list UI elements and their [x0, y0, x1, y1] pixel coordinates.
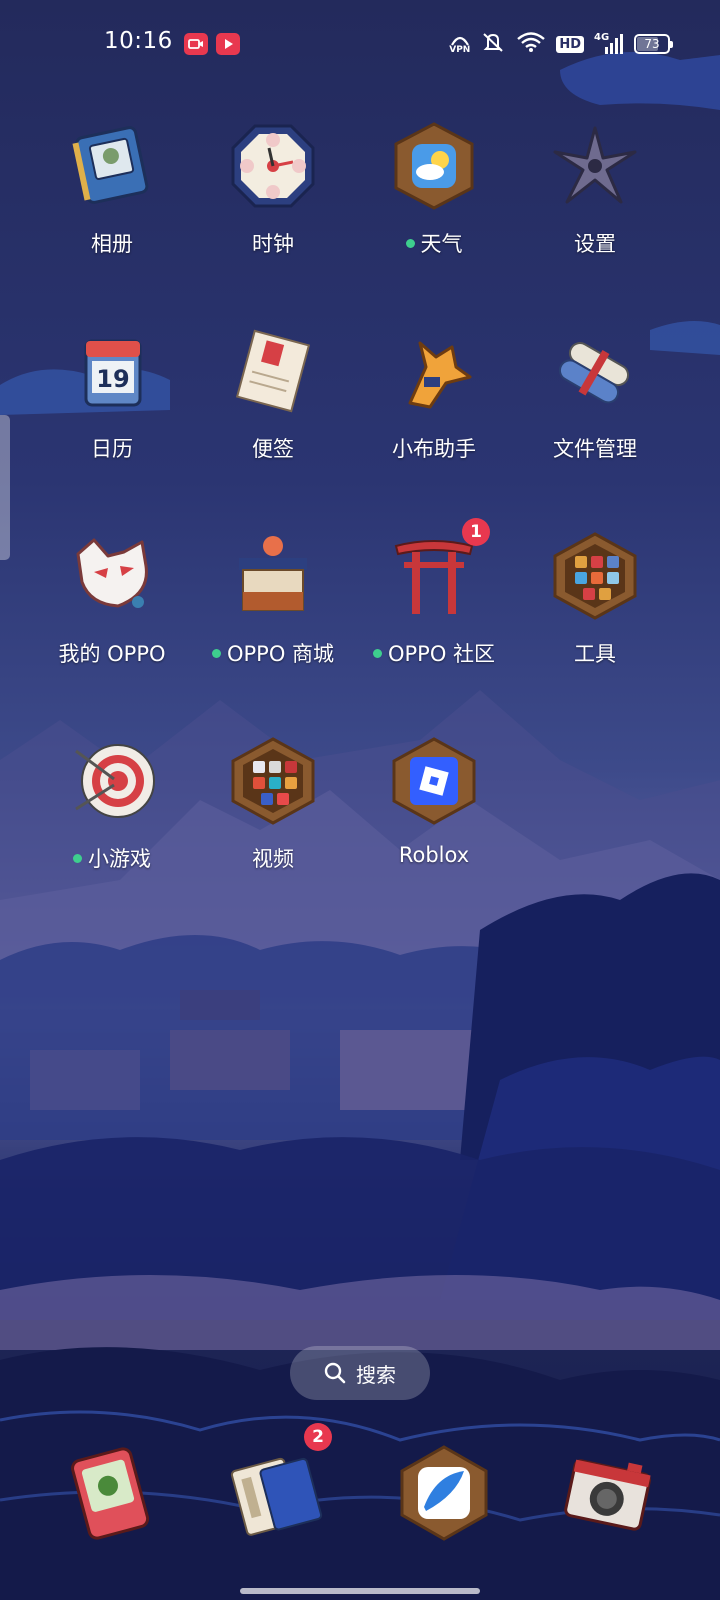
app-label: 日历	[91, 437, 133, 461]
file-scroll-icon	[558, 342, 630, 404]
status-bar: 10:16 VPN HD 4G 73	[0, 0, 720, 90]
photo-album-icon	[72, 126, 149, 204]
app-roblox[interactable]: Roblox	[354, 737, 514, 907]
clock-icon	[231, 124, 315, 208]
new-dot	[73, 853, 82, 863]
camera-icon[interactable]	[560, 1445, 656, 1541]
search-button[interactable]: 搜索	[290, 1346, 430, 1400]
notification-badge: 1	[462, 518, 490, 546]
app-label: 小布助手	[392, 437, 476, 461]
mute-bell-icon	[480, 30, 506, 58]
app-files[interactable]: 文件管理	[515, 327, 675, 497]
assistant-fox-icon	[408, 341, 472, 409]
app-label: 视频	[252, 847, 294, 871]
app-video-folder[interactable]: 视频	[193, 737, 353, 907]
app-label: 工具	[574, 642, 616, 666]
tools-folder-icon	[553, 532, 637, 620]
app-label: 便签	[252, 437, 294, 461]
svg-text:19: 19	[96, 365, 129, 393]
app-weather[interactable]: 天气	[354, 122, 514, 292]
app-label: 我的 OPPO	[58, 642, 166, 666]
roblox-icon	[392, 737, 476, 825]
messages-icon[interactable]	[228, 1445, 324, 1541]
battery-level: 73	[644, 37, 660, 51]
dock: 2	[0, 1423, 720, 1555]
app-oppo-store[interactable]: OPPO 商城	[193, 532, 353, 702]
phone-icon[interactable]	[64, 1445, 160, 1541]
new-dot	[211, 648, 221, 658]
status-time: 10:16	[104, 28, 173, 54]
torii-gate-icon	[394, 540, 474, 614]
search-label: 搜索	[356, 1362, 396, 1387]
app-mini-games[interactable]: 小游戏	[32, 737, 192, 907]
video-folder-icon	[231, 737, 315, 825]
new-dot	[405, 238, 415, 248]
app-label: OPPO 商城	[193, 638, 353, 668]
app-photos[interactable]: 相册	[32, 122, 192, 292]
app-label: 时钟	[252, 232, 294, 256]
wifi-icon	[516, 31, 546, 57]
notes-icon	[235, 329, 311, 413]
app-label: OPPO 社区	[354, 638, 514, 668]
weather-icon	[394, 122, 474, 210]
app-calendar[interactable]: 19 日历	[32, 327, 192, 497]
settings-shuriken-icon	[553, 126, 637, 204]
app-label: 小游戏	[32, 843, 192, 873]
calendar-icon: 19	[84, 339, 142, 407]
app-notes[interactable]: 便签	[193, 327, 353, 497]
side-drawer-handle[interactable]	[0, 415, 10, 560]
app-my-oppo[interactable]: 我的 OPPO	[32, 532, 192, 702]
fox-mask-icon	[76, 538, 148, 608]
app-settings[interactable]: 设置	[515, 122, 675, 292]
shop-stall-icon	[239, 536, 307, 611]
app-oppo-community[interactable]: OPPO 社区 1	[354, 518, 514, 702]
app-label: 文件管理	[553, 437, 637, 461]
app-label: 天气	[354, 228, 514, 258]
screen-record-icon	[184, 33, 208, 55]
app-label: 相册	[91, 232, 133, 256]
home-indicator[interactable]	[240, 1588, 480, 1594]
app-clock[interactable]: 时钟	[193, 122, 353, 292]
cellular-signal-icon: 4G	[594, 32, 624, 56]
vpn-icon: VPN	[449, 34, 470, 55]
target-icon	[75, 744, 155, 818]
notification-badge: 2	[304, 1423, 332, 1451]
app-label: Roblox	[398, 843, 470, 867]
video-play-icon	[216, 33, 240, 55]
hd-voice-badge: HD	[556, 35, 584, 53]
new-dot	[372, 648, 382, 658]
app-tools-folder[interactable]: 工具	[515, 532, 675, 702]
browser-icon[interactable]	[396, 1445, 492, 1541]
app-assistant[interactable]: 小布助手	[354, 327, 514, 497]
search-icon	[324, 1362, 346, 1384]
status-icons: VPN HD 4G 73	[449, 30, 673, 58]
app-label: 设置	[574, 232, 616, 256]
battery-icon: 73	[634, 34, 673, 54]
